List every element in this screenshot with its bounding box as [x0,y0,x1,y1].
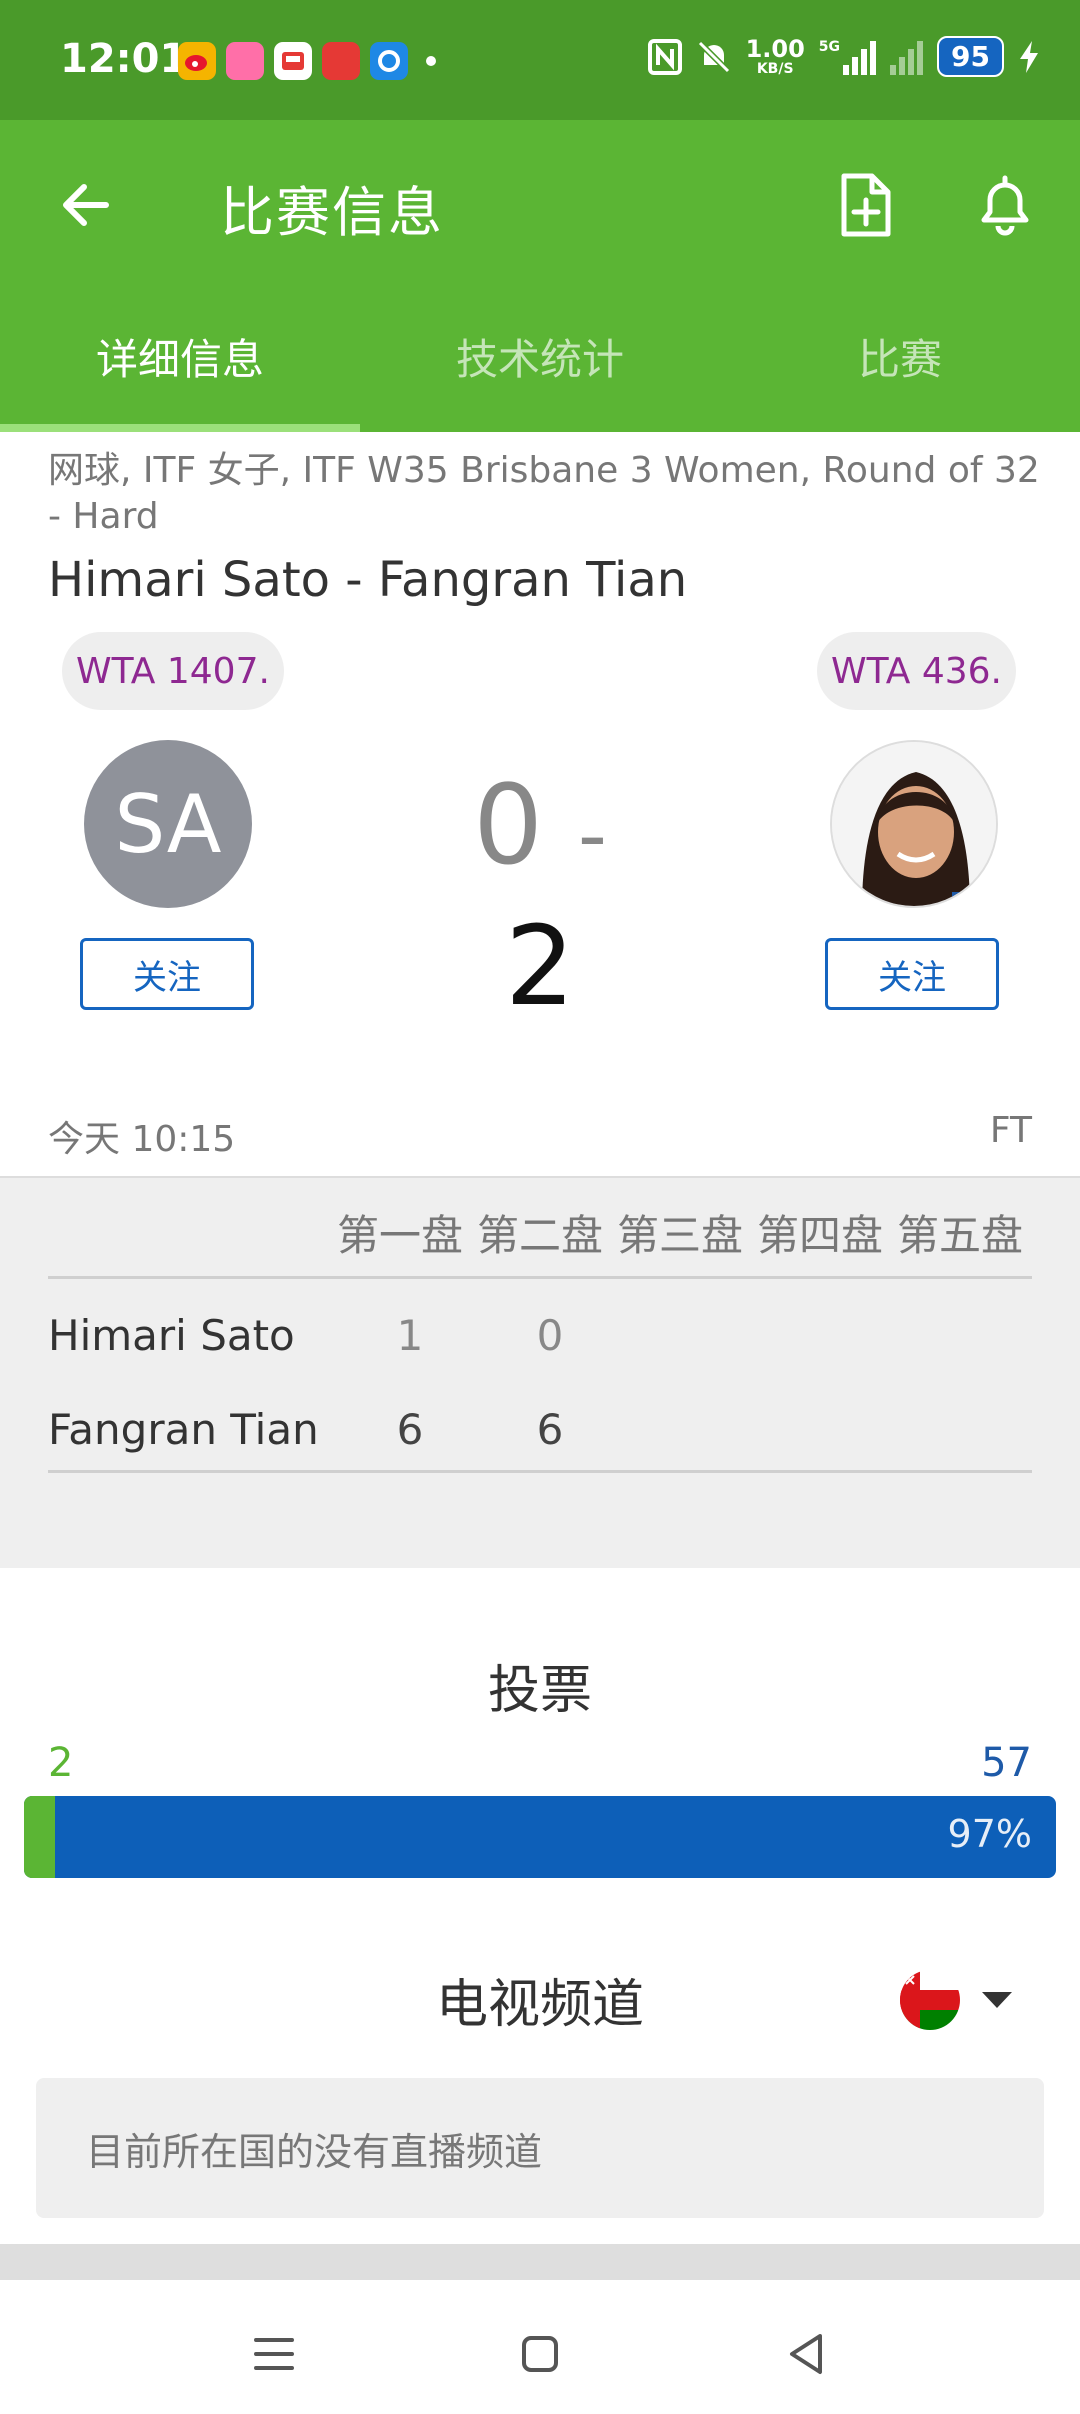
divider [48,1470,1032,1473]
vote-title: 投票 [487,1661,592,1721]
follow-home-button[interactable]: 关注 [80,938,254,1010]
tournament-info: 网球, ITF 女子, ITF W35 Brisbane 3 Women, Ro… [48,450,1040,537]
player-name: Himari Sato [48,1310,295,1360]
section-divider [0,2244,1080,2280]
recent-apps-button[interactable] [244,2324,304,2384]
tv-channels-message: 目前所在国的没有直播频道 [36,2078,1044,2218]
mute-bell-icon [697,40,730,73]
divider [48,1276,1032,1279]
home-player-avatar[interactable]: SA [84,740,252,908]
score-separator: - [578,789,607,882]
charging-icon [1020,40,1038,73]
app-icon [370,42,408,80]
follow-away-button[interactable]: 关注 [825,938,999,1010]
system-nav-bar [0,2280,1080,2414]
match-date: 今天 10:15 [48,1119,236,1160]
away-score: 2 [505,902,575,1030]
more-notifications-dot [426,56,436,66]
set-score: 1 [396,1310,424,1360]
chevron-down-icon[interactable] [982,1992,1012,2008]
match-status: FT [989,1110,1032,1151]
page-title: 比赛信息 [220,181,444,244]
menu-icon [254,2338,294,2370]
set-score: 6 [536,1404,564,1454]
table-row: Fangran Tian 6 6 [48,1384,1032,1474]
match-date-row: 今天 10:15 FT [48,1110,1032,1162]
arrow-left-icon [63,184,109,226]
set-header: 第五盘 [896,1211,1023,1260]
battery-indicator: 95 [937,36,1004,77]
status-bar: 12:01 1.00 KB/S 5G 95 [0,0,1080,120]
player-photo [832,742,996,906]
sets-table: 第一盘 第二盘 第三盘 第四盘 第五盘 Himari Sato 1 0 Fang… [0,1176,1080,1568]
nfc-icon [647,38,682,75]
tab-matches[interactable]: 比赛 [720,280,1080,432]
app-bar: 比赛信息 [0,120,1080,280]
table-row: Himari Sato 1 0 [48,1290,1032,1380]
home-vote-fill[interactable] [24,1796,55,1878]
home-player-rank[interactable]: WTA 1407. [62,632,284,710]
tab-details[interactable]: 详细信息 [0,280,360,432]
away-vote-count: 57 [981,1740,1032,1786]
set-score: 6 [396,1404,424,1454]
home-vote-count: 2 [48,1740,74,1786]
match-title: Himari Sato - Fangran Tian [48,552,688,608]
add-to-calendar-button[interactable] [830,170,900,240]
tab-bar: 详细信息 技术统计 比赛 [0,280,1080,432]
sets-header: 第一盘 第二盘 第三盘 第四盘 第五盘 [330,1202,1030,1263]
add-file-icon [841,173,891,237]
back-button[interactable] [50,170,120,240]
away-vote-percent: 97% [947,1812,1032,1856]
back-nav-button[interactable] [776,2324,836,2384]
vote-counts: 2 57 [48,1740,1032,1786]
square-icon [522,2336,558,2372]
app-icon [274,42,312,80]
notifications-button[interactable] [970,170,1040,240]
home-score: 0 [473,761,544,889]
set-header: 第三盘 [616,1211,743,1260]
system-icons: 1.00 KB/S 5G 95 [647,34,1040,77]
oman-flag-icon [900,1970,960,2030]
tab-statistics[interactable]: 技术统计 [360,280,720,432]
set-score: 0 [536,1310,564,1360]
triangle-back-icon [790,2334,822,2374]
status-time: 12:01 [60,36,188,82]
home-button[interactable] [510,2324,570,2384]
notification-icons [178,42,436,80]
away-player-avatar[interactable] [830,740,998,908]
app-icon [322,42,360,80]
set-header: 第一盘 [336,1211,463,1260]
country-flag-selector[interactable] [900,1970,960,2030]
weibo-icon [178,42,216,80]
player-name: Fangran Tian [48,1404,319,1454]
away-player-rank[interactable]: WTA 436. [816,632,1016,710]
signal-weak-icon [890,39,924,75]
match-score: 0 - 2 [440,760,640,1031]
set-header: 第四盘 [756,1211,883,1260]
signal-5g-icon: 5G [819,39,877,75]
vote-bar[interactable]: 97% [24,1796,1056,1878]
network-speed: 1.00 KB/S [745,34,805,77]
bell-icon [981,175,1029,236]
app-icon [226,42,264,80]
set-header: 第二盘 [476,1211,603,1260]
